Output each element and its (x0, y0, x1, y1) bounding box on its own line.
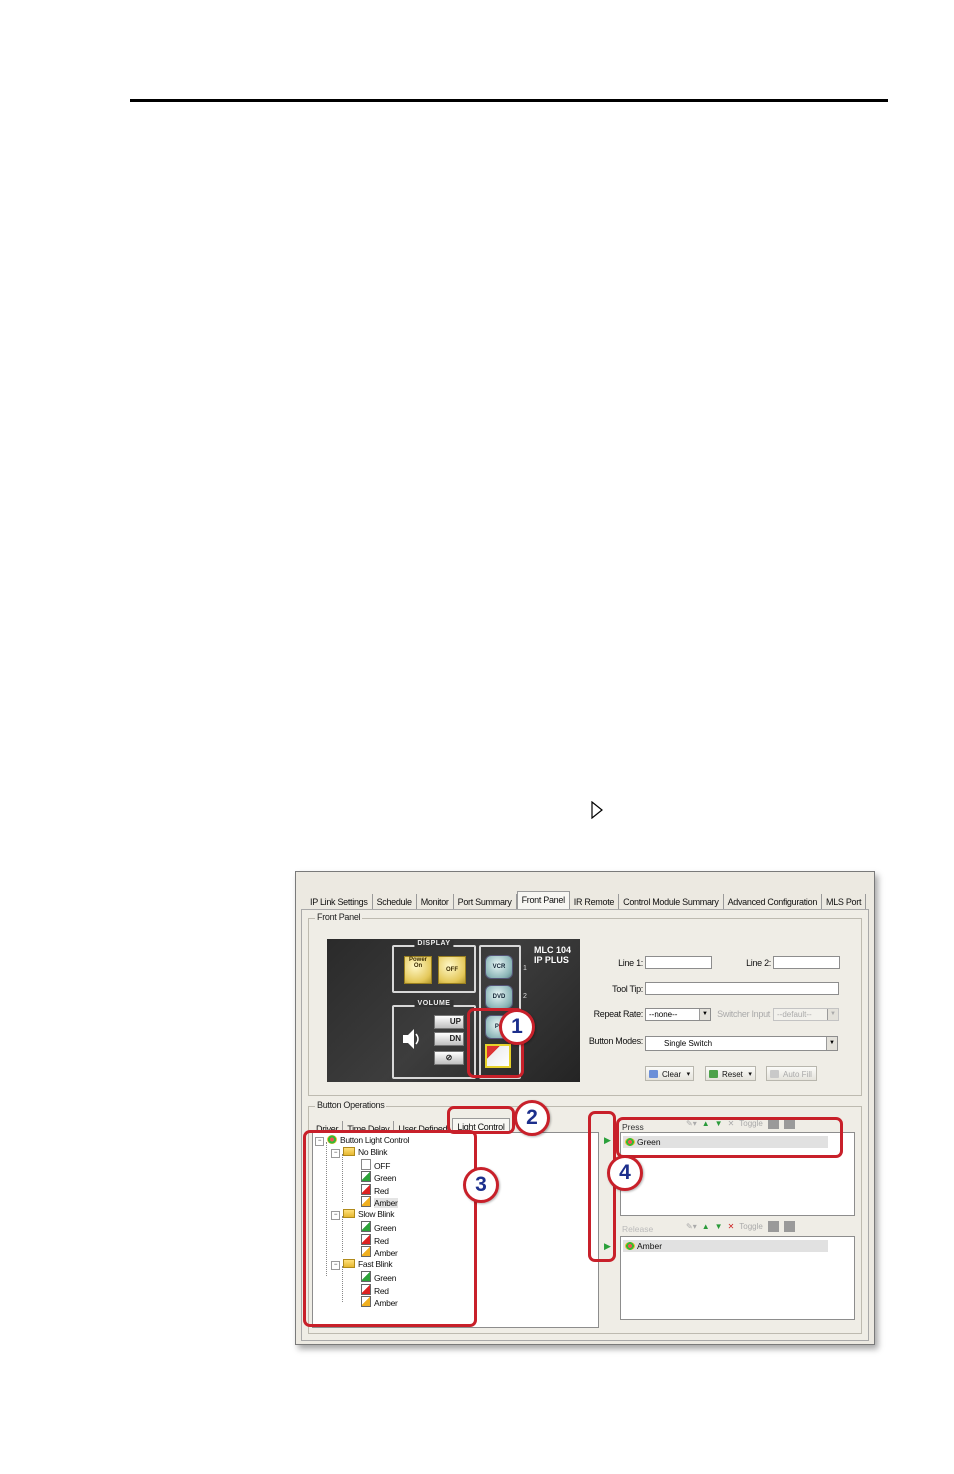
auto-fill-icon (770, 1070, 779, 1078)
dropdown-arrow-icon: ▼ (826, 1037, 837, 1050)
header-rule (130, 99, 888, 102)
switcher-input-select: --default-- ▼ (773, 1008, 839, 1021)
device-model: MLC 104 IP PLUS (534, 945, 572, 965)
callout-badge-3: 3 (463, 1167, 499, 1203)
tab-advanced-configuration[interactable]: Advanced Configuration (724, 894, 823, 910)
repeat-rate-label: Repeat Rate: (593, 1009, 644, 1019)
caret-down-icon: ▾ (748, 1071, 752, 1078)
move-down-icon[interactable]: ▼ (715, 1222, 723, 1231)
callout-badge-2: 2 (514, 1100, 550, 1136)
button-modes-label: Button Modes: (588, 1036, 643, 1046)
release-toolbar: ✎▾ ▲ ▼ ✕ Toggle (686, 1221, 795, 1232)
tab-control-module-summary[interactable]: Control Module Summary (619, 894, 724, 910)
triangle-right-icon (591, 801, 603, 819)
dropdown-arrow-icon: ▼ (827, 1009, 838, 1020)
mute-button[interactable]: ⊘ (434, 1051, 464, 1065)
list-item[interactable]: Amber (623, 1240, 828, 1252)
delete-icon[interactable]: ✕ (728, 1222, 735, 1231)
tooltip-label: Tool Tip: (612, 984, 643, 994)
line1-input[interactable] (645, 956, 712, 969)
off-button[interactable]: OFF (438, 956, 466, 984)
front-panel-group-label: Front Panel (315, 912, 363, 922)
tab-monitor[interactable]: Monitor (417, 894, 454, 910)
input-number-1: 1 (523, 965, 527, 972)
edit-icon[interactable]: ✎▾ (686, 1222, 697, 1231)
volume-box: VOLUME UP DN ⊘ (392, 1000, 476, 1079)
main-tab-bar: IP Link Settings Schedule Monitor Port S… (306, 891, 867, 912)
tooltip-input[interactable] (645, 982, 839, 995)
line2-label: Line 2: (746, 958, 771, 968)
light-control-icon (625, 1242, 635, 1250)
line2-input[interactable] (773, 956, 840, 969)
speaker-icon (403, 1029, 419, 1049)
volume-label: VOLUME (414, 1000, 454, 1007)
reset-button[interactable]: Reset ▾ (705, 1066, 756, 1081)
line1-label: Line 1: (618, 958, 643, 968)
tab-schedule[interactable]: Schedule (373, 894, 417, 910)
release-list[interactable]: Amber (620, 1236, 855, 1320)
callout-frame-4b (616, 1117, 843, 1158)
tab-ir-remote[interactable]: IR Remote (570, 894, 620, 910)
callout-frame-3 (303, 1130, 477, 1327)
switcher-input-label: Switcher Input (717, 1009, 770, 1019)
vcr-button[interactable]: VCR (485, 955, 513, 979)
move-up-icon[interactable]: ▲ (702, 1222, 710, 1231)
input-number-2: 2 (523, 993, 527, 1000)
power-on-button[interactable]: Power On (404, 956, 432, 984)
toggle-swatch-icon (783, 1221, 795, 1232)
callout-badge-4: 4 (607, 1155, 643, 1191)
dropdown-arrow-icon: ▼ (699, 1009, 710, 1020)
tab-mls-port[interactable]: MLS Port (822, 894, 867, 910)
mute-icon: ⊘ (445, 1053, 453, 1062)
callout-frame-4a (588, 1111, 616, 1262)
display-box: DISPLAY Power On OFF (392, 940, 476, 993)
release-label: Release (622, 1224, 654, 1234)
toggle-swatch-icon (767, 1221, 779, 1232)
auto-fill-button: Auto Fill (766, 1066, 817, 1081)
dvd-button[interactable]: DVD (485, 985, 513, 1009)
display-label: DISPLAY (414, 940, 454, 947)
clear-icon (649, 1070, 658, 1078)
tab-port-summary[interactable]: Port Summary (454, 894, 517, 910)
reset-icon (709, 1070, 718, 1078)
toggle-label: Toggle (739, 1222, 763, 1231)
device-front-panel: DISPLAY Power On OFF VOLUME UP DN ⊘ VCR … (327, 939, 580, 1082)
button-operations-group-label: Button Operations (315, 1100, 387, 1110)
volume-down-button[interactable]: DN (434, 1032, 464, 1046)
clear-button[interactable]: Clear ▾ (645, 1066, 695, 1081)
front-panel-group: Front Panel DISPLAY Power On OFF VOLUME … (308, 912, 862, 1096)
button-modes-select[interactable]: Single Switch ▼ (645, 1036, 838, 1051)
tab-ip-link-settings[interactable]: IP Link Settings (306, 894, 373, 910)
caret-down-icon: ▾ (686, 1071, 691, 1078)
callout-badge-1: 1 (499, 1009, 535, 1045)
volume-up-button[interactable]: UP (434, 1015, 464, 1029)
repeat-rate-select[interactable]: --none-- ▼ (645, 1008, 711, 1021)
